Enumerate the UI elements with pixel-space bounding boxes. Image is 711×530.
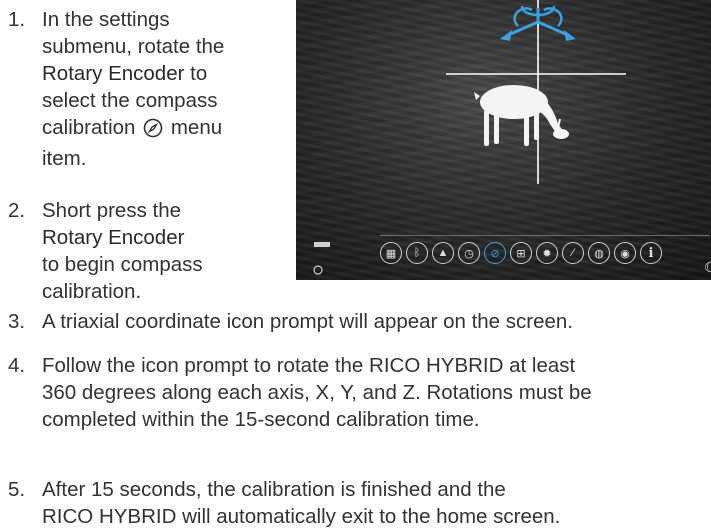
brightness-icon[interactable]: ✹ (536, 242, 558, 264)
step-line: to begin compass (42, 253, 203, 276)
step-line: completed within the 15-second calibrati… (42, 408, 480, 431)
step-number: 5. (8, 478, 26, 501)
step-text: menu (170, 116, 223, 139)
step-line: calibration menu (42, 114, 224, 145)
deer-silhouette (474, 85, 569, 146)
palette-icon[interactable]: ◍ (588, 242, 610, 264)
step-line: RICO HYBRID will automatically exit to t… (42, 505, 561, 528)
zoom-icon[interactable]: ⊞ (510, 242, 532, 264)
step-number: 1. (8, 8, 26, 31)
step-line: calibration. (42, 280, 142, 303)
step-line: Rotary Encoder to (42, 60, 224, 87)
thermal-screen-image: ☾ ▦ ᛒ ▲ ◷ ⊘ ⊞ ✹ ⁄ ◍ ◉ i (296, 0, 711, 280)
step-number: 2. (8, 199, 26, 222)
reset-icon[interactable]: ◉ (614, 242, 636, 264)
step-number: 4. (8, 354, 26, 377)
timer-icon[interactable]: ◷ (458, 242, 480, 264)
rotary-encoder-term: Rotary Encoder (42, 226, 185, 249)
compass-icon (143, 118, 163, 145)
status-bar-marker (314, 242, 330, 247)
grid-icon[interactable]: ▦ (380, 242, 402, 264)
info-icon[interactable]: i (640, 242, 662, 264)
bluetooth-icon[interactable]: ᛒ (406, 242, 428, 264)
step-line: select the compass (42, 89, 218, 112)
crosshair-mode-icon (313, 265, 323, 275)
step-text: to (190, 62, 208, 85)
step-line: After 15 seconds, the calibration is fin… (42, 478, 506, 501)
settings-menu-bar[interactable]: ▦ ᛒ ▲ ◷ ⊘ ⊞ ✹ ⁄ ◍ ◉ i (380, 235, 710, 270)
step-line: submenu, rotate the (42, 35, 225, 58)
step-line: Follow the icon prompt to rotate the RIC… (42, 354, 576, 377)
image-icon[interactable]: ▲ (432, 242, 454, 264)
step-line: In the settings (42, 8, 170, 31)
compass-calibration-icon[interactable]: ⊘ (484, 242, 506, 264)
step-number: 3. (8, 310, 26, 333)
step-line: item. (42, 147, 87, 170)
step-text: calibration (42, 116, 136, 139)
unit-icon[interactable]: ⁄ (562, 242, 584, 264)
step-line: 360 degrees along each axis, X, Y, and Z… (42, 381, 592, 404)
step-line: Short press the (42, 199, 182, 222)
rotary-encoder-term: Rotary Encoder (42, 62, 185, 85)
step-text: A triaxial coordinate icon prompt will a… (42, 310, 574, 333)
